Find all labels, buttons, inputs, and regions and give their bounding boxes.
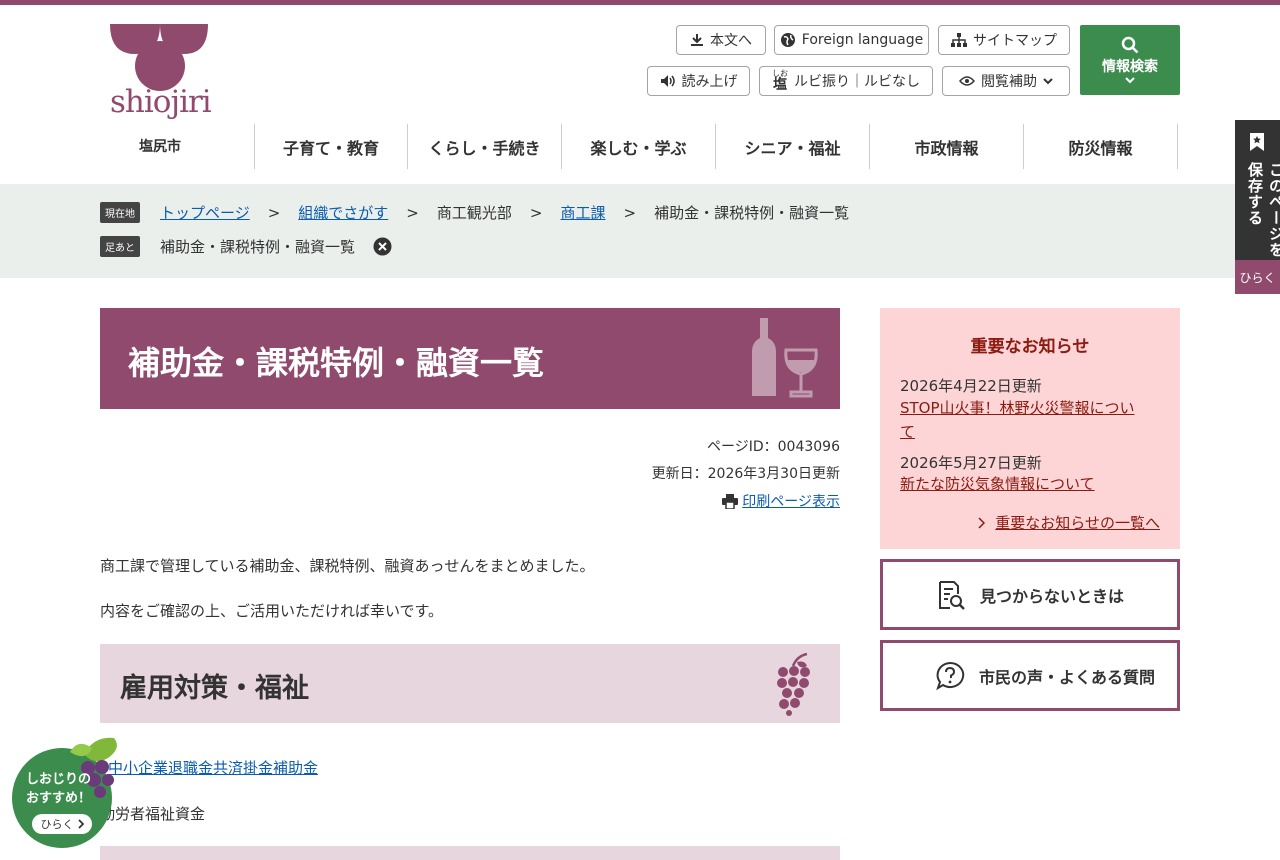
nav-item-disaster[interactable]: 防災情報	[1024, 124, 1178, 169]
breadcrumb-separator: >	[529, 203, 543, 222]
recommend-badge[interactable]: しおじりの おすすめ！ ひらく	[12, 737, 117, 848]
skip-to-main-label: 本文へ	[710, 33, 752, 49]
read-aloud-label: 読み上げ	[681, 74, 738, 90]
wine-bottle-glass-icon	[752, 318, 818, 398]
footprint-tag: 足あと	[100, 236, 140, 257]
city-name: 塩尻市	[139, 139, 181, 155]
page-title-banner: 補助金・課税特例・融資一覧	[100, 308, 840, 409]
breadcrumb-separator: >	[406, 203, 419, 222]
chevron-right-icon	[978, 517, 986, 529]
question-bubble-icon	[936, 661, 965, 690]
breadcrumb-section[interactable]: 商工課	[560, 202, 605, 223]
globe-icon	[780, 33, 795, 47]
page-id: ページID：0043096	[707, 439, 840, 455]
breadcrumb: 現在地 トップページ > 組織でさがす > 商工観光部 > 商工課 > 補助金・…	[100, 202, 849, 223]
chevron-down-icon	[1043, 78, 1053, 85]
page-title: 補助金・課税特例・融資一覧	[128, 344, 545, 382]
skip-to-main-button[interactable]: 本文へ	[676, 25, 766, 55]
nav-item-senior-welfare[interactable]: シニア・福祉	[716, 124, 870, 169]
close-icon[interactable]	[373, 237, 392, 256]
notice-date: 2026年4月22日更新	[900, 377, 1042, 395]
important-notice-box: 重要なお知らせ 2026年4月22日更新 STOP山火事！林野火災警報につい て…	[880, 308, 1180, 549]
logo-wordmark: shiojiri	[110, 84, 212, 120]
badge-open-label: ひらく	[40, 818, 74, 831]
notice-more-link[interactable]: 重要なお知らせの一覧へ	[978, 511, 1160, 535]
ruby-icon-base: 塩	[773, 77, 787, 93]
print-link-label[interactable]: 印刷ページ表示	[742, 491, 840, 511]
sitemap-button[interactable]: サイトマップ	[938, 25, 1070, 55]
notice-link-line: STOP山火事！林野火災警報につい	[900, 399, 1135, 417]
faq-label: 市民の声・よくある質問	[978, 667, 1155, 687]
breadcrumb-org[interactable]: 組織でさがす	[298, 202, 388, 223]
breadcrumb-dept: 商工観光部	[436, 204, 512, 222]
printer-icon	[722, 493, 739, 509]
global-nav: 子育て・教育 くらし・手続き 楽しむ・学ぶ シニア・福祉 市政情報 防災情報	[254, 124, 1178, 169]
save-page-open[interactable]: ひらく	[1235, 260, 1280, 294]
search-icon	[1121, 36, 1139, 54]
badge-line: しおじりの	[26, 772, 92, 787]
info-search-button[interactable]: 情報検索	[1080, 25, 1180, 95]
print-link[interactable]: 印刷ページ表示	[722, 491, 840, 511]
current-location-tag: 現在地	[100, 202, 140, 223]
badge-line: おすすめ！	[26, 791, 92, 806]
breadcrumb-top[interactable]: トップページ	[160, 202, 250, 223]
intro-text-2: 内容をご確認の上、ご活用いただければ幸いです。	[100, 602, 444, 620]
ruby-toggle-button[interactable]: しお 塩 ルビ振り｜ルビなし	[759, 66, 933, 96]
updated-date: 更新日：2026年3月30日更新	[651, 466, 840, 482]
footprint: 足あと 補助金・課税特例・融資一覧	[100, 236, 392, 257]
chevron-right-icon	[77, 819, 84, 829]
read-aloud-button[interactable]: 読み上げ	[647, 66, 750, 96]
notice-link-weather[interactable]: 新たな防災気象情報について	[900, 472, 1095, 496]
section-heading-next	[100, 846, 840, 860]
nav-item-city-info[interactable]: 市政情報	[870, 124, 1024, 169]
foreign-language-button[interactable]: Foreign language	[774, 25, 929, 55]
breadcrumb-separator: >	[623, 203, 637, 222]
ruby-icon: しお 塩	[772, 70, 788, 93]
nav-item-living[interactable]: くらし・手続き	[408, 124, 562, 169]
not-found-button[interactable]: 見つからないときは	[880, 559, 1180, 630]
section-title: 雇用対策・福祉	[120, 673, 309, 704]
save-page-tab[interactable]: このページを一時保存する ひらく	[1235, 120, 1280, 294]
sitemap-label: サイトマップ	[973, 33, 1057, 49]
notice-link-wildfire[interactable]: STOP山火事！林野火災警報につい て	[900, 396, 1135, 444]
top-accent-bar	[0, 0, 1280, 5]
eye-icon	[959, 76, 975, 86]
notice-date: 2026年5月27日更新	[900, 454, 1042, 472]
badge-text: しおじりの おすすめ！	[26, 770, 91, 808]
browse-assist-label: 閲覧補助	[981, 74, 1037, 90]
notice-link-line: て	[900, 423, 916, 441]
section-heading-employment: 雇用対策・福祉	[100, 644, 840, 723]
info-search-label: 情報検索	[1102, 59, 1158, 75]
nav-item-enjoy-learn[interactable]: 楽しむ・学ぶ	[562, 124, 716, 169]
nav-item-childcare[interactable]: 子育て・教育	[254, 124, 408, 169]
faq-button[interactable]: 市民の声・よくある質問	[880, 640, 1180, 711]
badge-open-button[interactable]: ひらく	[32, 814, 92, 834]
foreign-language-label: Foreign language	[801, 32, 924, 48]
breadcrumb-current: 補助金・課税特例・融資一覧	[654, 204, 850, 222]
grape-icon	[777, 652, 810, 716]
ruby-toggle-label: ルビ振り｜ルビなし	[794, 74, 920, 90]
site-logo[interactable]: shiojiri 塩尻市	[108, 24, 212, 156]
breadcrumb-separator: >	[267, 203, 281, 222]
intro-text-1: 商工課で管理している補助金、課税特例、融資あっせんをまとめました。	[100, 557, 595, 575]
speaker-icon	[660, 75, 675, 87]
footprint-item[interactable]: 補助金・課税特例・融資一覧	[160, 236, 355, 257]
breadcrumb-area: 現在地 トップページ > 組織でさがす > 商工観光部 > 商工課 > 補助金・…	[0, 184, 1280, 278]
sitemap-icon	[951, 33, 967, 47]
document-search-icon	[938, 580, 965, 610]
chevron-down-icon	[1125, 77, 1135, 84]
bookmark-icon	[1250, 133, 1264, 151]
subsidy-link-retirement[interactable]: 中小企業退職金共済掛金補助金	[108, 757, 318, 778]
notice-more-label[interactable]: 重要なお知らせの一覧へ	[995, 511, 1160, 535]
not-found-label: 見つからないときは	[979, 586, 1124, 606]
notice-title: 重要なお知らせ	[970, 337, 1090, 357]
download-icon	[691, 34, 703, 46]
browse-assist-button[interactable]: 閲覧補助	[942, 66, 1070, 96]
